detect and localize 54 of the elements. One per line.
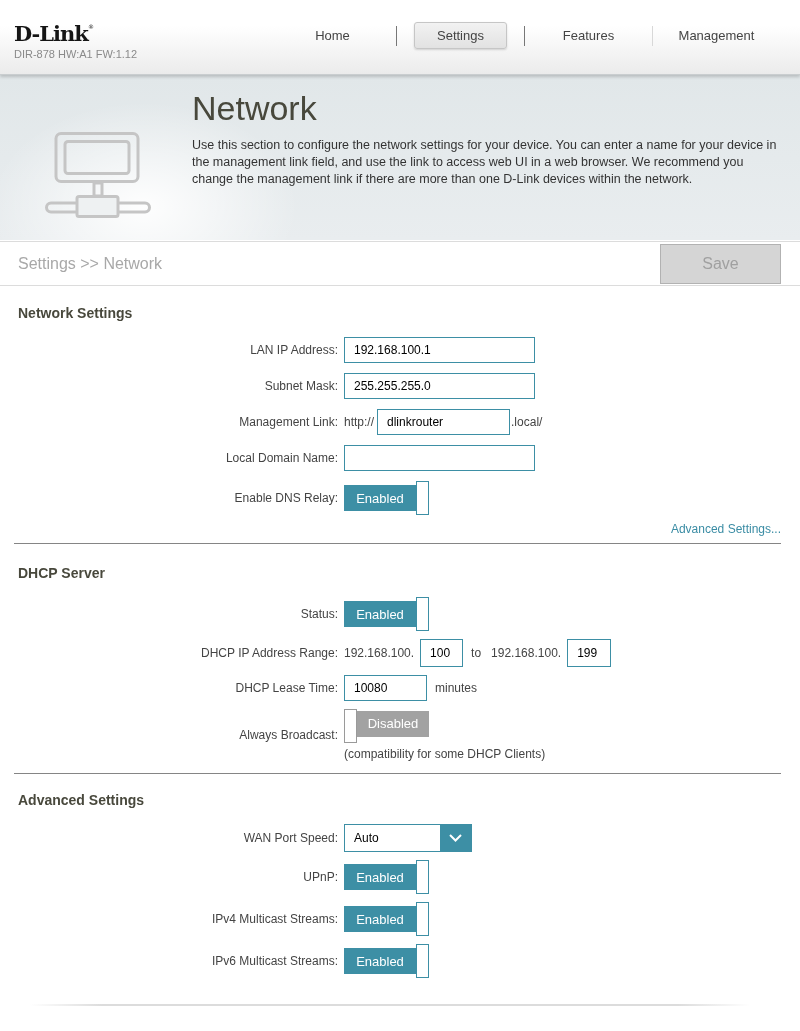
toggle-switch[interactable]: Enabled bbox=[344, 906, 416, 932]
field-label: DHCP IP Address Range: bbox=[200, 645, 338, 661]
field-label: Status: bbox=[299, 606, 338, 622]
url-suffix: .local/ bbox=[511, 415, 543, 429]
advanced-settings-link[interactable]: Advanced Settings... bbox=[670, 522, 781, 536]
nav-tab[interactable]: Features bbox=[542, 22, 635, 49]
toggle-switch[interactable]: Enabled bbox=[344, 948, 416, 974]
page-description: Use this section to configure the network settings for your device. You can enter a name for your device in the management link field, and use the link to access web UI in a web browser. We recommend you change the management link if there are more than one D-Link devices within the network. bbox=[192, 137, 778, 188]
field-label: WAN Port Speed: bbox=[242, 830, 338, 846]
toggle-switch[interactable]: Enabled bbox=[344, 601, 416, 627]
toggle-knob[interactable] bbox=[416, 902, 429, 936]
field-label: Subnet Mask: bbox=[263, 378, 338, 394]
page-title: Network bbox=[192, 89, 318, 127]
field-label: UPnP: bbox=[302, 869, 338, 885]
toggle-knob[interactable] bbox=[416, 860, 429, 894]
toggle-switch[interactable]: Enabled bbox=[344, 485, 416, 511]
field-label: DHCP Lease Time: bbox=[234, 680, 338, 696]
text-field[interactable]: 199 bbox=[567, 639, 612, 667]
nav-tab[interactable]: Settings bbox=[414, 22, 507, 49]
nav-tab[interactable]: Home bbox=[286, 22, 379, 49]
section-title: Advanced Settings bbox=[18, 791, 146, 809]
toggle-switch[interactable]: Enabled bbox=[344, 864, 416, 890]
section-title: Network Settings bbox=[18, 304, 134, 322]
text-field[interactable]: 100 bbox=[420, 639, 464, 667]
field-label: IPv4 Multicast Streams: bbox=[210, 911, 338, 927]
hint-text: (compatibility for some DHCP Clients) bbox=[344, 746, 546, 762]
toggle-knob[interactable] bbox=[416, 481, 429, 515]
unit-label: minutes bbox=[435, 681, 478, 695]
field-label: IPv6 Multicast Streams: bbox=[210, 953, 338, 969]
field-label: Enable DNS Relay: bbox=[233, 490, 338, 506]
chevron-down-icon[interactable] bbox=[440, 825, 471, 851]
text-field[interactable]: 255.255.255.0 bbox=[344, 373, 535, 399]
breadcrumb: Settings >> Network bbox=[18, 254, 163, 273]
model-info: DIR-878 HW:A1 FW:1.12 bbox=[14, 48, 138, 61]
section-title: DHCP Server bbox=[18, 564, 106, 582]
ip-prefix: 192.168.100. bbox=[344, 646, 415, 660]
url-prefix: http:// bbox=[344, 415, 375, 429]
monitor-icon bbox=[45, 132, 151, 218]
field-label: LAN IP Address: bbox=[249, 342, 338, 358]
toggle-knob[interactable] bbox=[416, 944, 429, 978]
toggle-knob[interactable] bbox=[416, 597, 429, 631]
text-field[interactable]: 192.168.100.1 bbox=[344, 337, 535, 363]
text-field[interactable]: dlinkrouter bbox=[377, 409, 511, 435]
range-separator: to bbox=[471, 646, 482, 660]
select-field[interactable]: Auto bbox=[344, 824, 472, 852]
text-field[interactable] bbox=[344, 445, 535, 471]
ip-prefix: 192.168.100. bbox=[491, 646, 562, 660]
logo: D-Link$^{®}$ bbox=[14, 20, 94, 46]
field-label: Always Broadcast: bbox=[238, 728, 338, 743]
field-label: Local Domain Name: bbox=[224, 450, 338, 466]
nav-tab[interactable]: Management bbox=[670, 22, 763, 49]
toggle-knob[interactable] bbox=[344, 709, 357, 743]
text-field[interactable]: 10080 bbox=[344, 675, 427, 701]
field-label: Management Link: bbox=[238, 414, 338, 430]
